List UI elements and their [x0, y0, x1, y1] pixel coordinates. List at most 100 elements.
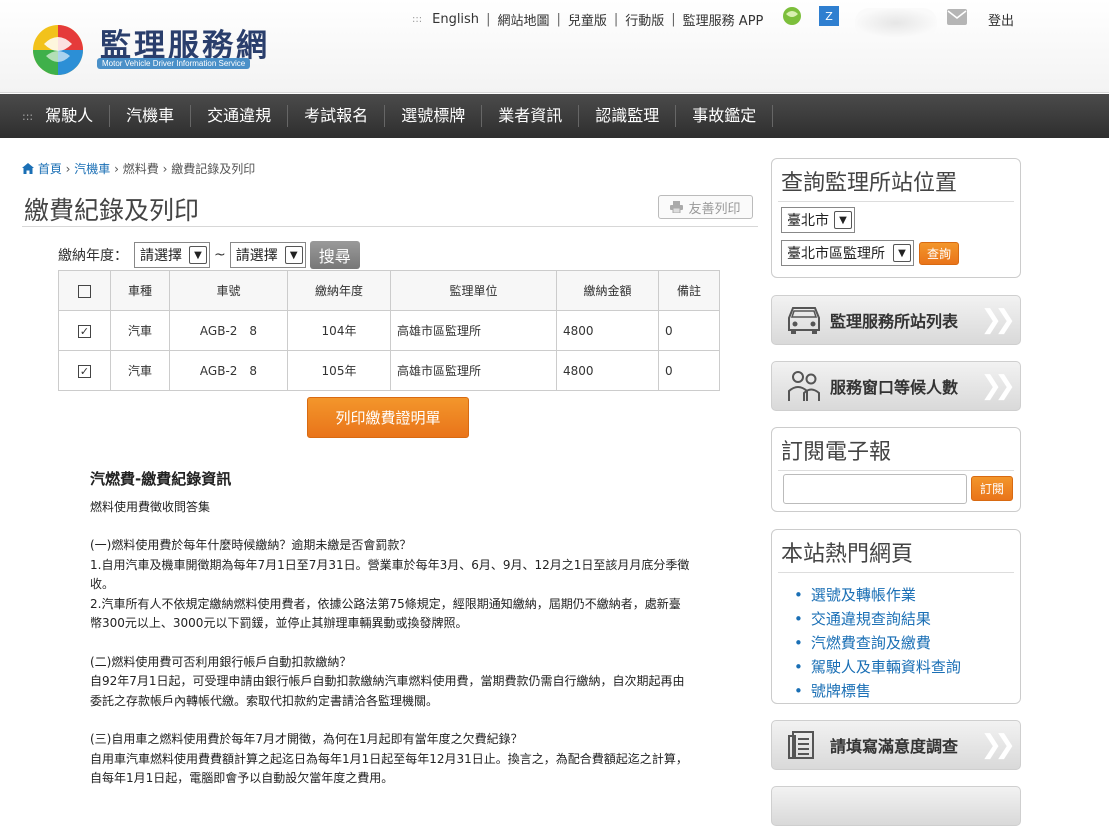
- subscribe-button[interactable]: 訂閱: [971, 476, 1013, 501]
- hot-pages-title: 本站熱門網頁: [781, 542, 914, 567]
- site-header: 監理服務網 Motor Vehicle Driver Information S…: [0, 0, 1109, 93]
- logo-emblem-icon: [33, 25, 83, 75]
- kids-version-link[interactable]: 兒童版: [568, 10, 607, 29]
- top-links: ::: English | 網站地圖 | 兒童版 | 行動版 | 監理服務 AP…: [412, 10, 764, 29]
- top-links-marker: :::: [412, 14, 423, 25]
- nav-item-plate[interactable]: 選號標牌: [385, 105, 483, 127]
- table-header-row: 車種 車號 繳納年度 監理單位 繳納金額 備註: [58, 270, 720, 311]
- double-chevron-right-icon: ❯❯: [980, 371, 1015, 401]
- cell-type: 汽車: [110, 310, 170, 351]
- faq-heading: 汽燃費-繳費紀錄資訊: [90, 470, 232, 488]
- svg-text:Z: Z: [825, 10, 833, 23]
- office-select[interactable]: 臺北市區監理所 ▼: [781, 240, 914, 266]
- faq-question-2: (二)燃料使用費可否利用銀行帳戶自動扣款繳納？: [90, 654, 352, 669]
- cell-amount: 4800: [556, 350, 659, 391]
- hot-pages-list: 選號及轉帳作業 交通違規查詢結果 汽燃費查詢及繳費 駕駛人及車輛資料查詢 號牌標…: [772, 573, 1020, 703]
- page-title: 繳費紀錄及列印: [24, 196, 200, 225]
- breadcrumb-current: 繳費記錄及列印: [171, 162, 256, 176]
- cell-note: 0: [658, 350, 720, 391]
- station-list-label: 監理服務所站列表: [830, 312, 959, 331]
- fee-records-table: 車種 車號 繳納年度 監理單位 繳納金額 備註 ✓ 汽車 AGB-2 8 104…: [58, 270, 720, 391]
- printer-icon: [670, 201, 684, 213]
- nav-item-violation[interactable]: 交通違規: [191, 105, 289, 127]
- friendly-print-button[interactable]: 友善列印: [658, 195, 753, 219]
- col-office: 監理單位: [390, 270, 557, 311]
- waiting-count-label: 服務窗口等候人數: [830, 378, 959, 397]
- waiting-count-button[interactable]: 服務窗口等候人數 ❯❯: [771, 361, 1021, 411]
- year-from-select[interactable]: 請選擇 ▼: [134, 242, 210, 268]
- nav-item-about[interactable]: 認識監理: [579, 105, 677, 127]
- people-queue-icon: [788, 371, 820, 401]
- home-icon: [22, 163, 34, 174]
- breadcrumb: 首頁 › 汽機車 › 燃料費 › 繳費記錄及列印: [22, 160, 255, 177]
- station-list-button[interactable]: 監理服務所站列表 ❯❯: [771, 295, 1021, 345]
- year-to-select[interactable]: 請選擇 ▼: [229, 242, 306, 268]
- chevron-down-icon: ▼: [893, 244, 911, 262]
- newsletter-title: 訂閱電子報: [781, 440, 892, 465]
- breadcrumb-fuel-fee: 燃料費: [122, 162, 159, 176]
- col-plate: 車號: [169, 270, 288, 311]
- chevron-down-icon: ▼: [834, 211, 852, 229]
- row-checkbox[interactable]: ✓: [78, 324, 91, 338]
- friendly-print-label: 友善列印: [688, 201, 741, 217]
- faq-answer-3: 自用車汽車燃料使用費費額計算之起迄日為每年1月1日起至每年12月31日止。換言之…: [90, 751, 688, 786]
- green-globe-icon[interactable]: [781, 5, 803, 27]
- main-nav: ::: 駕駛人 汽機車 交通違規 考試報名 選號標牌 業者資訊 認識監理 事故鑑…: [0, 94, 1109, 138]
- station-locator-title: 查詢監理所站位置: [781, 171, 958, 196]
- sidebar-extra-button[interactable]: [771, 786, 1021, 826]
- breadcrumb-vehicle[interactable]: 汽機車: [74, 162, 110, 176]
- col-year: 繳納年度: [287, 270, 391, 311]
- cell-office: 高雄市區監理所: [390, 350, 557, 391]
- fuel-fee-faq: 汽燃費-繳費紀錄資訊 燃料使用費徵收問答集 (一)燃料使用費於每年什麼時候繳納？…: [90, 470, 690, 789]
- cell-year: 105年: [287, 350, 391, 391]
- nav-item-vehicle[interactable]: 汽機車: [110, 105, 192, 127]
- col-amount: 繳納金額: [556, 270, 659, 311]
- newsletter-email-input[interactable]: [783, 474, 967, 504]
- faq-answer-1-2: 2.汽車所有人不依規定繳納燃料使用費者，依據公路法第75條規定，經限期通知繳納，…: [90, 596, 681, 631]
- nav-item-accident[interactable]: 事故鑑定: [676, 105, 774, 127]
- faq-question-3: (三)自用車之燃料使用費於每年7月才開徵，為何在1月起即有當年度之欠費紀錄？: [90, 732, 523, 746]
- hot-link-violation-results[interactable]: 交通違規查詢結果: [794, 607, 1020, 631]
- city-select[interactable]: 臺北市 ▼: [781, 207, 855, 233]
- hot-pages-panel: 本站熱門網頁 選號及轉帳作業 交通違規查詢結果 汽燃費查詢及繳費 駕駛人及車輛資…: [771, 529, 1021, 704]
- site-logo[interactable]: 監理服務網 Motor Vehicle Driver Information S…: [30, 20, 280, 80]
- breadcrumb-home[interactable]: 首頁: [38, 162, 62, 176]
- nav-item-business[interactable]: 業者資訊: [482, 105, 580, 127]
- print-certificate-button[interactable]: 列印繳費證明單: [307, 397, 469, 438]
- sitemap-link[interactable]: 網站地圖: [497, 10, 549, 29]
- mobile-version-link[interactable]: 行動版: [625, 10, 664, 29]
- hot-link-plate-selection[interactable]: 選號及轉帳作業: [794, 583, 1020, 607]
- car-icon: [788, 307, 820, 334]
- english-link[interactable]: English: [432, 12, 479, 27]
- search-button[interactable]: 搜尋: [309, 241, 360, 269]
- row-checkbox[interactable]: ✓: [78, 364, 91, 378]
- year-filter: 繳納年度： 請選擇 ▼ ~ 請選擇 ▼ 搜尋: [58, 241, 360, 269]
- app-link[interactable]: 監理服務 APP: [683, 10, 764, 29]
- table-row: ✓ 汽車 AGB-2 8 105年 高雄市區監理所 4800 0: [58, 350, 720, 391]
- social-share-icon[interactable]: Z: [818, 5, 840, 27]
- hot-link-fuel-fee[interactable]: 汽燃費查詢及繳費: [794, 631, 1020, 655]
- col-vehicle-type: 車種: [110, 270, 170, 311]
- cell-office: 高雄市區監理所: [390, 310, 557, 351]
- title-divider: [22, 226, 758, 227]
- nav-item-exam[interactable]: 考試報名: [288, 105, 386, 127]
- faq-subheading: 燃料使用費徵收問答集: [90, 499, 211, 514]
- nav-marker: :::: [22, 109, 34, 123]
- cell-plate: AGB-2 8: [169, 310, 288, 351]
- select-all-checkbox[interactable]: [78, 284, 91, 298]
- logout-link[interactable]: 登出: [988, 10, 1014, 29]
- year-filter-label: 繳納年度：: [58, 248, 128, 264]
- faq-question-1: (一)燃料使用費於每年什麼時候繳納？逾期未繳是否會罰款？: [90, 538, 412, 552]
- station-query-button[interactable]: 查詢: [919, 242, 959, 265]
- chevron-down-icon: ▼: [284, 246, 303, 264]
- newsletter-panel: 訂閱電子報 訂閱: [771, 427, 1021, 512]
- nav-item-driver[interactable]: 駕駛人: [45, 105, 111, 127]
- chevron-down-icon: ▼: [189, 246, 207, 264]
- cell-plate: AGB-2 8: [169, 350, 288, 391]
- cell-year: 104年: [287, 310, 391, 351]
- satisfaction-survey-button[interactable]: 請填寫滿意度調查 ❯❯: [771, 720, 1021, 770]
- hot-link-driver-vehicle-data[interactable]: 駕駛人及車輛資料查詢: [794, 655, 1020, 679]
- mail-icon[interactable]: [947, 9, 967, 25]
- hot-link-plate-auction[interactable]: 號牌標售: [794, 679, 1020, 703]
- faq-answer-2: 自92年7月1日起，可受理申請由銀行帳戶自動扣款繳納汽車燃料使用費，當期費款仍需…: [90, 674, 685, 708]
